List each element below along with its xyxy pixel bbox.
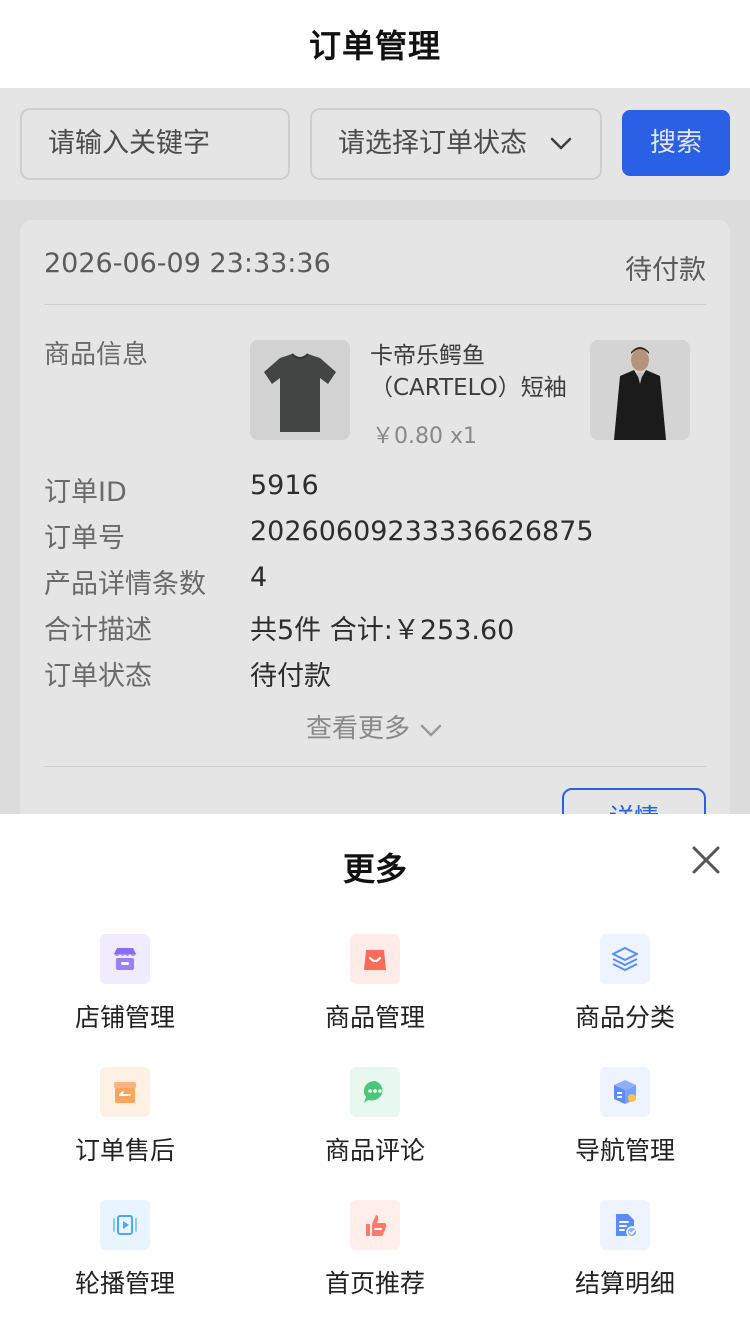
chat-bubble-icon — [350, 1067, 400, 1117]
menu-item-label: 首页推荐 — [324, 1269, 425, 1298]
store-icon — [100, 934, 150, 984]
menu-item-label: 商品分类 — [574, 1003, 675, 1032]
menu-item-settlement-details[interactable]: 结算明细 — [500, 1200, 750, 1310]
menu-item-label: 订单售后 — [74, 1136, 175, 1165]
box-return-icon — [100, 1067, 150, 1117]
shopping-bag-icon — [350, 934, 400, 984]
menu-item-label: 店铺管理 — [74, 1003, 175, 1032]
menu-item-label: 导航管理 — [574, 1136, 675, 1165]
menu-item-label: 商品管理 — [324, 1003, 425, 1032]
menu-item-after-sales[interactable]: 订单售后 — [0, 1067, 250, 1177]
menu-item-navigation-management[interactable]: 导航管理 — [500, 1067, 750, 1177]
document-check-icon — [600, 1200, 650, 1250]
menu-item-store-management[interactable]: 店铺管理 — [0, 934, 250, 1044]
menu-item-label: 结算明细 — [574, 1269, 675, 1298]
more-bottom-sheet: 更多 店铺管理 商品管理 商品分类 订单售后 商品评论 导航管理 轮播管理 首页… — [0, 814, 750, 1334]
menu-item-homepage-recommend[interactable]: 首页推荐 — [250, 1200, 500, 1310]
close-icon[interactable] — [686, 840, 726, 880]
menu-item-product-reviews[interactable]: 商品评论 — [250, 1067, 500, 1177]
thumbs-up-icon — [350, 1200, 400, 1250]
play-carousel-icon — [100, 1200, 150, 1250]
menu-item-label: 轮播管理 — [74, 1269, 175, 1298]
layers-icon — [600, 934, 650, 984]
cube-icon — [600, 1067, 650, 1117]
menu-item-label: 商品评论 — [324, 1136, 425, 1165]
menu-item-carousel-management[interactable]: 轮播管理 — [0, 1200, 250, 1310]
menu-item-product-category[interactable]: 商品分类 — [500, 934, 750, 1044]
menu-item-product-management[interactable]: 商品管理 — [250, 934, 500, 1044]
sheet-title: 更多 — [342, 850, 407, 888]
page-title: 订单管理 — [308, 27, 441, 65]
top-nav-bar: 订单管理 — [0, 0, 750, 88]
